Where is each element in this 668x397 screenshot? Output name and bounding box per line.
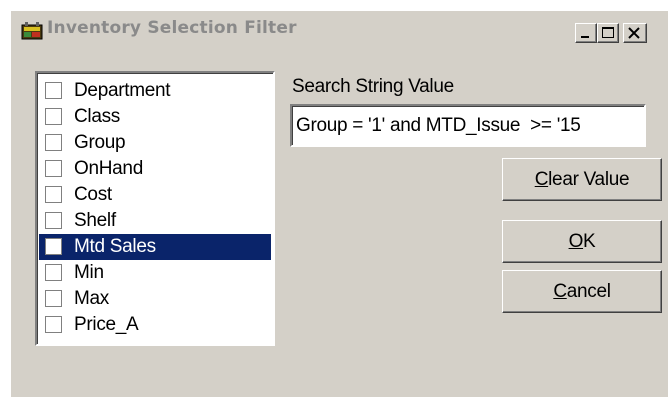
minimize-button[interactable]	[575, 23, 597, 43]
search-string-label: Search String Value	[292, 76, 454, 97]
list-item-label: Cost	[74, 184, 112, 205]
list-item-label: Class	[74, 106, 121, 127]
list-item-department[interactable]: Department	[39, 78, 271, 104]
list-item-onhand[interactable]: OnHand	[39, 156, 271, 182]
checkbox[interactable]	[45, 108, 62, 125]
ok-button[interactable]: OK	[502, 220, 662, 263]
list-item-cost[interactable]: Cost	[39, 182, 271, 208]
list-item-shelf[interactable]: Shelf	[39, 208, 271, 234]
list-item-group[interactable]: Group	[39, 130, 271, 156]
list-item-label: Min	[74, 262, 104, 283]
mnemonic-char: O	[568, 230, 584, 252]
checkbox[interactable]	[45, 264, 62, 281]
close-button[interactable]	[623, 23, 647, 43]
mnemonic-char: C	[553, 280, 567, 302]
button-label: lear Value	[548, 168, 630, 190]
list-item-class[interactable]: Class	[39, 104, 271, 130]
checkbox[interactable]	[45, 290, 62, 307]
list-item-label: Shelf	[74, 210, 116, 231]
list-item-label: Group	[74, 132, 126, 153]
cancel-button[interactable]: Cancel	[502, 270, 662, 313]
list-item-min[interactable]: Min	[39, 260, 271, 286]
app-icon[interactable]	[21, 22, 43, 40]
title-bar[interactable]: Inventory Selection Filter	[11, 11, 668, 46]
list-item-label: Price_A	[74, 314, 139, 335]
close-icon	[628, 27, 640, 39]
checkbox[interactable]	[45, 186, 62, 203]
field-checklist[interactable]: Department Class Group OnHand Cost Shelf…	[35, 71, 275, 346]
checkbox[interactable]	[45, 160, 62, 177]
list-item-label: OnHand	[74, 158, 143, 179]
checkbox[interactable]	[45, 82, 62, 99]
search-string-input[interactable]	[290, 104, 646, 147]
mnemonic-char: C	[534, 168, 549, 190]
window-title: Inventory Selection Filter	[47, 18, 297, 38]
list-item-label: Department	[74, 80, 171, 101]
list-item-max[interactable]: Max	[39, 286, 271, 312]
maximize-icon	[602, 27, 614, 38]
list-item-mtd-sales[interactable]: Mtd Sales	[39, 234, 271, 260]
maximize-button[interactable]	[597, 23, 619, 43]
checkbox[interactable]	[45, 238, 62, 255]
button-label: ancel	[566, 280, 611, 302]
list-item-label: Mtd Sales	[74, 236, 156, 257]
inventory-selection-filter-dialog: Inventory Selection Filter Department Cl…	[10, 10, 668, 397]
checkbox[interactable]	[45, 316, 62, 333]
list-item-label: Max	[74, 288, 109, 309]
clear-value-button[interactable]: Clear Value	[502, 158, 662, 201]
minimize-icon	[581, 36, 589, 38]
button-label: K	[583, 230, 596, 252]
checkbox[interactable]	[45, 212, 62, 229]
checkbox[interactable]	[45, 134, 62, 151]
list-item-price-a[interactable]: Price_A	[39, 312, 271, 338]
